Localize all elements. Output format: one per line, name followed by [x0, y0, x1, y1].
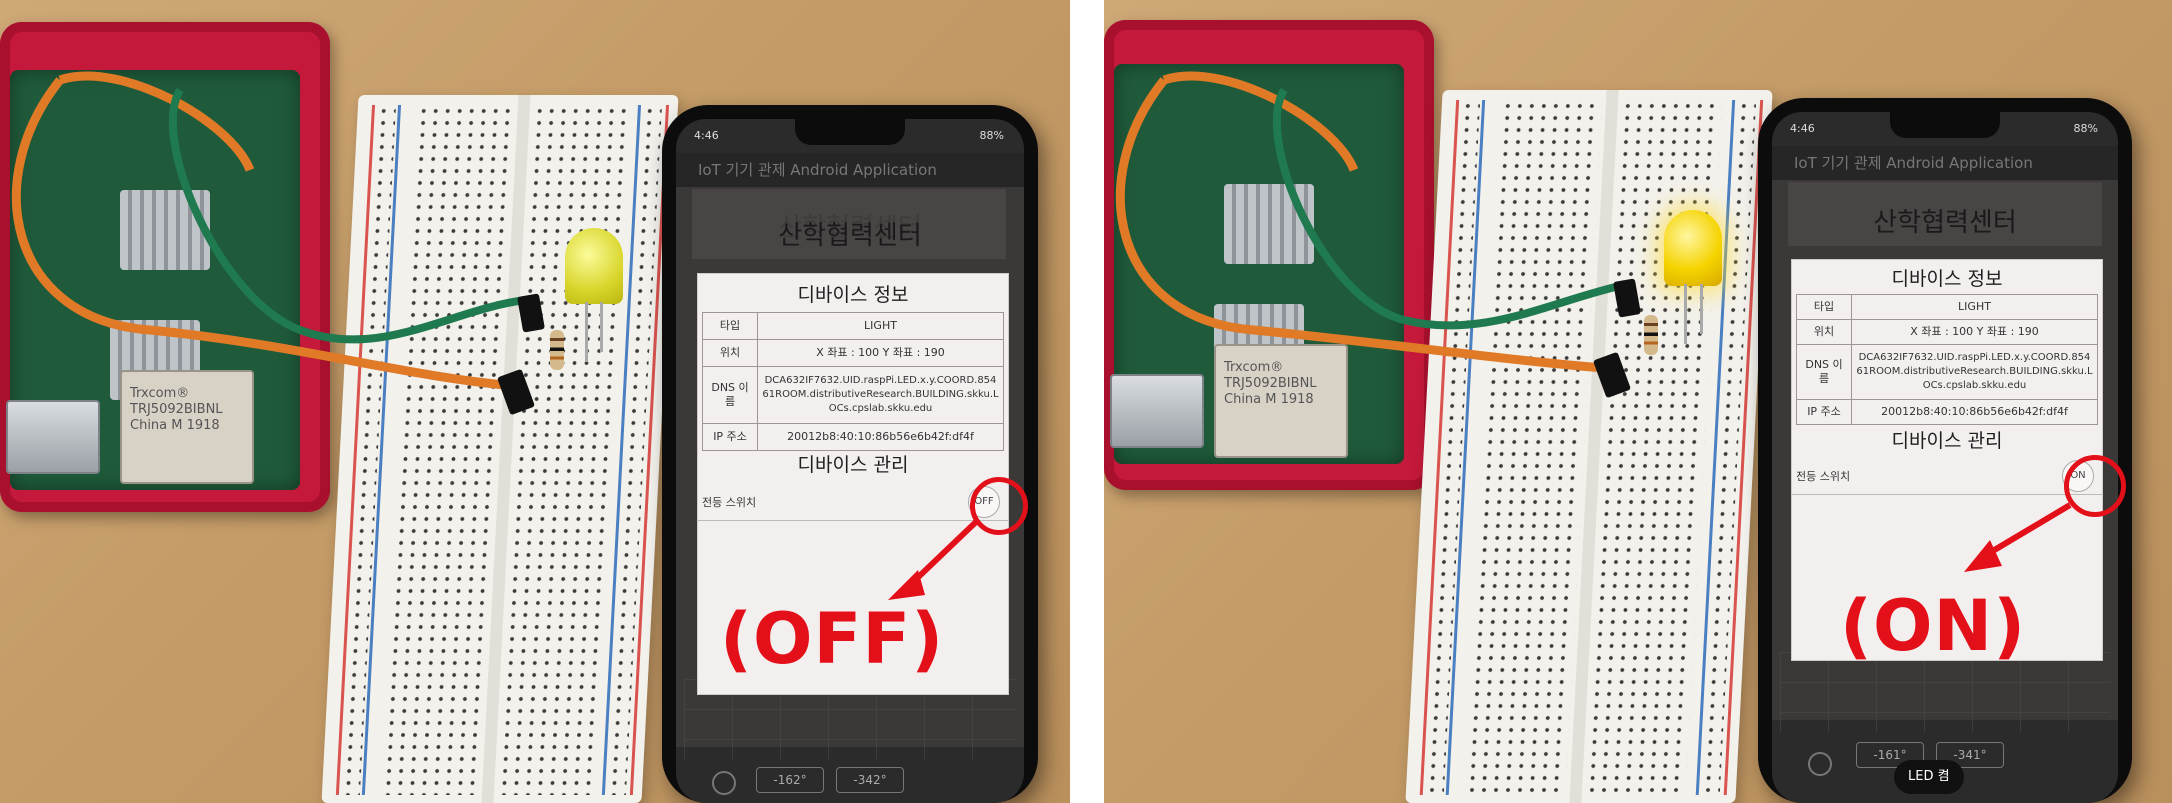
photo-panel-on: Trxcom® TRJ5092BIBNL China M 1918 4:46 8…	[1104, 0, 2172, 803]
annotation-arrow	[1964, 502, 2072, 572]
annotation-arrow	[888, 517, 981, 600]
photo-panel-off: Trxcom® TRJ5092BIBNL China M 1918 4:46 8…	[0, 0, 1070, 803]
state-callout: (OFF)	[720, 598, 945, 680]
state-callout: (ON)	[1840, 585, 2027, 667]
